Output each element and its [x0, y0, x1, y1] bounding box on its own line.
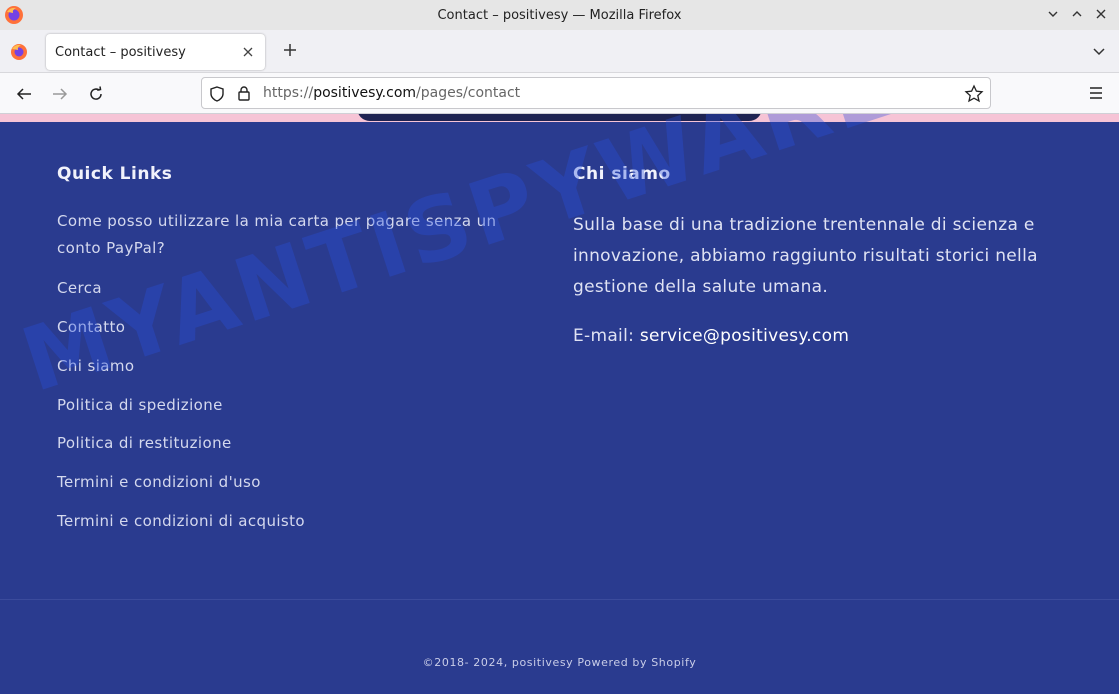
back-icon[interactable]: [12, 82, 36, 106]
link-pay-without-paypal-line2[interactable]: conto PayPal?: [57, 235, 165, 262]
new-tab-icon[interactable]: [279, 39, 301, 61]
reload-icon[interactable]: [84, 82, 108, 106]
app-menu-icon[interactable]: [1087, 84, 1105, 102]
link-cerca[interactable]: Cerca: [57, 275, 102, 302]
firefox-logo-icon: [5, 6, 23, 24]
email-line: E-mail: service@positivesy.com: [573, 326, 849, 346]
close-window-icon[interactable]: [1091, 4, 1111, 24]
firefox-view-icon[interactable]: [8, 41, 30, 63]
close-tab-icon[interactable]: [239, 43, 257, 61]
maximize-icon[interactable]: [1067, 4, 1087, 24]
window-title: Contact – positivesy — Mozilla Firefox: [437, 7, 682, 23]
link-chi-siamo[interactable]: Chi siamo: [57, 353, 134, 380]
list-all-tabs-icon[interactable]: [1089, 41, 1109, 61]
about-heading: Chi siamo: [573, 164, 671, 184]
submit-button-edge[interactable]: [357, 114, 762, 121]
navigation-toolbar: https://positivesy.com/pages/contact: [0, 73, 1119, 114]
footer-divider: [0, 599, 1119, 600]
link-pay-without-paypal[interactable]: Come posso utilizzare la mia carta per p…: [57, 208, 496, 235]
url-bar[interactable]: https://positivesy.com/pages/contact: [201, 77, 991, 109]
link-politica-restituzione[interactable]: Politica di restituzione: [57, 430, 232, 457]
email-link[interactable]: service@positivesy.com: [640, 326, 849, 346]
lock-icon[interactable]: [235, 84, 253, 102]
tab-title: Contact – positivesy: [55, 44, 186, 60]
tab-contact[interactable]: Contact – positivesy: [46, 34, 265, 70]
minimize-icon[interactable]: [1043, 4, 1063, 24]
link-politica-spedizione[interactable]: Politica di spedizione: [57, 392, 223, 419]
email-label: E-mail:: [573, 326, 640, 346]
url-text[interactable]: https://positivesy.com/pages/contact: [263, 85, 520, 101]
bookmark-star-icon[interactable]: [964, 84, 984, 104]
about-text: Sulla base di una tradizione trentennale…: [573, 215, 1038, 297]
copyright-text: ©2018- 2024, positivesy Powered by Shopi…: [422, 656, 697, 669]
link-termini-acquisto[interactable]: Termini e condizioni di acquisto: [57, 508, 305, 535]
link-termini-uso[interactable]: Termini e condizioni d'uso: [57, 469, 261, 496]
forward-icon[interactable]: [48, 82, 72, 106]
page-footer-area: Quick Links Come posso utilizzare la mia…: [0, 114, 1119, 694]
tracking-protection-shield-icon[interactable]: [208, 85, 226, 103]
window-titlebar: Contact – positivesy — Mozilla Firefox: [0, 0, 1119, 30]
quick-links-heading: Quick Links: [57, 164, 173, 184]
tab-bar: Contact – positivesy: [0, 30, 1119, 73]
link-contatto[interactable]: Contatto: [57, 314, 125, 341]
